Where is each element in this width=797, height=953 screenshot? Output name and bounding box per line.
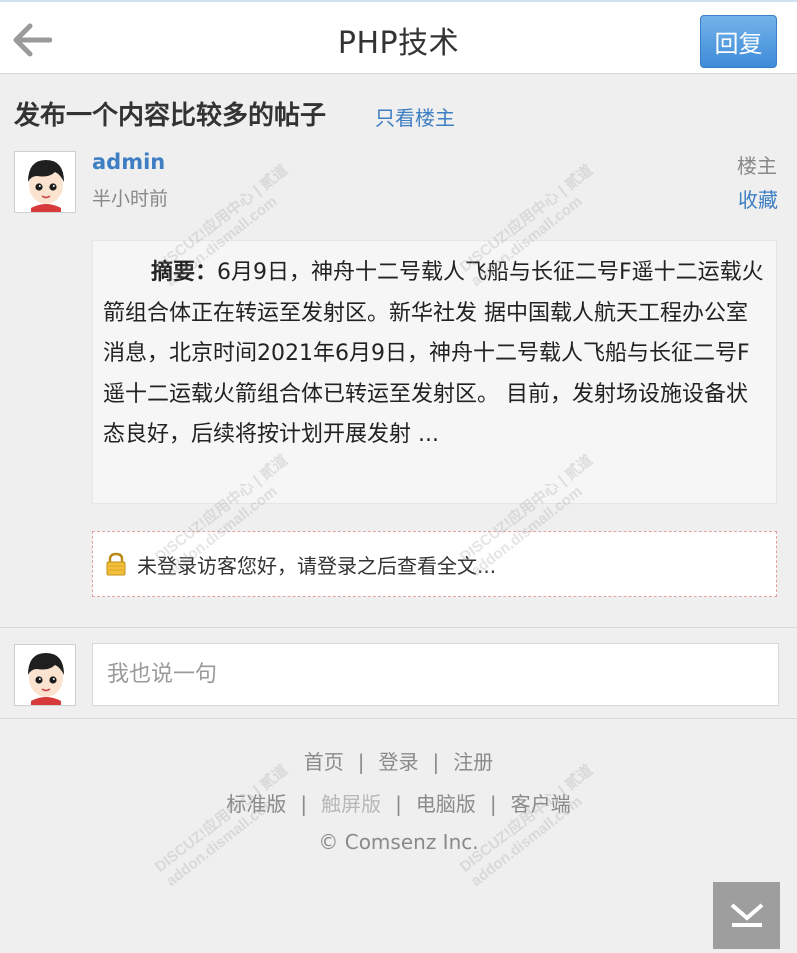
divider <box>0 627 797 628</box>
avatar-icon <box>15 645 75 705</box>
footer-link-standard[interactable]: 标准版 <box>226 792 286 816</box>
footer-link-desktop[interactable]: 电脑版 <box>416 792 476 816</box>
avatar[interactable] <box>14 151 76 213</box>
scroll-bottom-icon <box>730 902 763 927</box>
footer-link-home[interactable]: 首页 <box>304 750 344 774</box>
scroll-bottom-button[interactable] <box>713 882 780 949</box>
header-bar: PHP技术 回复 <box>0 0 797 74</box>
footer-nav: 首页 | 登录 | 注册 <box>303 750 494 774</box>
page-title: PHP技术 <box>337 26 460 61</box>
thread-title: 发布一个内容比较多的帖子 <box>14 101 327 131</box>
favorite-link[interactable]: 收藏 <box>738 184 778 213</box>
only-op-link[interactable]: 只看楼主 <box>375 102 455 131</box>
post-body-text: 6月9日，神舟十二号载人飞船与长征二号F遥十二运载火箭组合体正在转运至发射区。新… <box>103 260 764 447</box>
post-time: 半小时前 <box>92 188 169 210</box>
footer-link-touch: 触屏版 <box>321 792 382 816</box>
reply-input[interactable] <box>92 643 779 706</box>
footer-link-login[interactable]: 登录 <box>379 750 419 774</box>
post-content: 摘要：6月9日，神舟十二号载人飞船与长征二号F遥十二运载火箭组合体正在转运至发射… <box>92 240 777 504</box>
reply-avatar <box>14 644 76 706</box>
summary-label: 摘要： <box>151 260 218 285</box>
author-name[interactable]: admin <box>92 150 165 174</box>
login-notice-text: 未登录访客您好，请登录之后查看全文... <box>137 553 497 578</box>
divider <box>0 718 797 719</box>
floor-label: 楼主 <box>737 154 777 178</box>
login-notice: 未登录访客您好，请登录之后查看全文... <box>92 531 777 597</box>
avatar-icon <box>15 152 75 212</box>
copyright: © Comsenz Inc. <box>318 830 479 854</box>
reply-button[interactable]: 回复 <box>700 15 777 68</box>
footer-versions: 标准版 | 触屏版 | 电脑版 | 客户端 <box>226 792 571 816</box>
footer-link-register[interactable]: 注册 <box>453 750 493 774</box>
lock-icon <box>106 552 126 576</box>
footer-link-client[interactable]: 客户端 <box>511 792 571 816</box>
